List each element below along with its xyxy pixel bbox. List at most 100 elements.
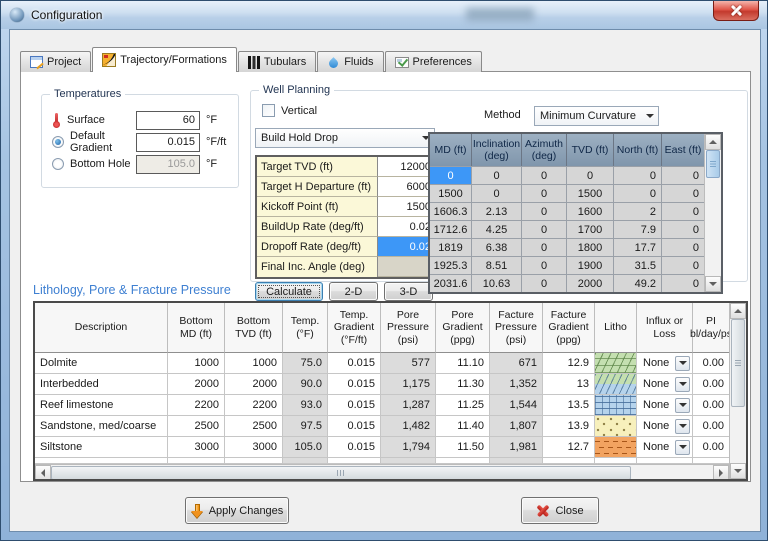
param-value-target-tvd[interactable]: 12000 — [378, 157, 435, 177]
litho-cell-pi[interactable]: 0.00 — [693, 395, 729, 416]
scroll-down-button[interactable] — [730, 463, 746, 479]
trajectory-cell[interactable]: 0 — [522, 238, 567, 256]
litho-cell-pore-gradient[interactable]: 11.10 — [436, 353, 490, 374]
profile-dropdown[interactable]: Build Hold Drop — [255, 128, 435, 148]
trajectory-cell[interactable]: 1900 — [567, 256, 614, 274]
trajectory-cell[interactable]: 2.13 — [472, 202, 522, 220]
scrollbar-thumb[interactable] — [731, 319, 745, 407]
scroll-up-button[interactable] — [705, 134, 721, 150]
litho-cell-temp-gradient[interactable]: 0.015 — [328, 395, 381, 416]
litho-cell-description[interactable]: Interbedded — [35, 374, 168, 395]
trajectory-cell[interactable]: 0 — [662, 166, 704, 184]
trajectory-cell[interactable]: 0 — [522, 220, 567, 238]
litho-cell-bottom-md[interactable]: 2200 — [168, 395, 225, 416]
litho-cell-pattern[interactable] — [595, 416, 637, 437]
litho-cell-pore-gradient[interactable]: 11.30 — [436, 374, 490, 395]
scroll-left-button[interactable] — [35, 465, 51, 479]
default-gradient-radio[interactable] — [52, 136, 64, 148]
view-3d-button[interactable]: 3-D — [384, 282, 433, 301]
litho-cell-facture-gradient[interactable]: 12.9 — [543, 353, 595, 374]
litho-cell-temp-gradient[interactable]: 0.015 — [328, 353, 381, 374]
scrollbar-thumb[interactable] — [51, 466, 631, 479]
tab-trajectory-formations[interactable]: Trajectory/Formations — [92, 47, 237, 72]
litho-cell-facture-gradient[interactable]: 13 — [543, 374, 595, 395]
litho-cell-pore-gradient[interactable]: 11.40 — [436, 416, 490, 437]
litho-cell-bottom-md[interactable]: 1000 — [168, 353, 225, 374]
apply-changes-button[interactable]: Apply Changes — [185, 497, 289, 524]
trajectory-cell[interactable]: 0 — [430, 166, 472, 184]
tab-tubulars[interactable]: Tubulars — [238, 51, 316, 72]
param-value-kickoff[interactable]: 1500 — [378, 197, 435, 217]
trajectory-cell[interactable]: 8.51 — [472, 256, 522, 274]
trajectory-cell[interactable]: 2031.6 — [430, 274, 472, 292]
trajectory-cell[interactable]: 1800 — [567, 238, 614, 256]
litho-cell-pattern[interactable] — [595, 374, 637, 395]
trajectory-cell[interactable]: 0 — [662, 256, 704, 274]
litho-cell-pi[interactable]: 0.00 — [693, 353, 729, 374]
scrollbar-thumb[interactable] — [706, 150, 720, 178]
param-value-dropoff[interactable]: 0.02 — [378, 237, 435, 257]
trajectory-cell[interactable]: 17.7 — [614, 238, 662, 256]
litho-cell-temp-gradient[interactable]: 0.015 — [328, 416, 381, 437]
default-gradient-input[interactable]: 0.015 — [136, 133, 200, 152]
trajectory-cell[interactable]: 0 — [522, 184, 567, 202]
litho-cell-bottom-md[interactable]: 2000 — [168, 374, 225, 395]
litho-cell-bottom-tvd[interactable]: 1000 — [225, 353, 283, 374]
influx-dropdown-button[interactable] — [675, 419, 690, 434]
influx-dropdown[interactable]: None — [637, 437, 692, 457]
trajectory-cell[interactable]: 0 — [472, 166, 522, 184]
litho-cell-facture-gradient[interactable]: 13.5 — [543, 395, 595, 416]
litho-cell-pi[interactable]: 0.00 — [693, 374, 729, 395]
litho-cell-bottom-tvd[interactable]: 2500 — [225, 416, 283, 437]
method-dropdown[interactable]: Minimum Curvature — [534, 106, 659, 126]
trajectory-cell[interactable]: 1600 — [567, 202, 614, 220]
tab-fluids[interactable]: Fluids — [317, 51, 383, 72]
trajectory-cell[interactable]: 1700 — [567, 220, 614, 238]
scroll-down-button[interactable] — [705, 276, 721, 292]
trajectory-cell[interactable]: 0 — [662, 202, 704, 220]
tab-preferences[interactable]: Preferences — [385, 51, 482, 72]
influx-dropdown-button[interactable] — [675, 398, 690, 413]
scrollbar-track[interactable] — [705, 178, 721, 276]
trajectory-cell[interactable]: 1819 — [430, 238, 472, 256]
lithology-vertical-scrollbar[interactable] — [729, 303, 746, 479]
trajectory-cell[interactable]: 1925.3 — [430, 256, 472, 274]
litho-cell-pore-gradient[interactable]: 11.50 — [436, 437, 490, 458]
trajectory-cell[interactable]: 0 — [522, 166, 567, 184]
trajectory-cell[interactable]: 0 — [662, 220, 704, 238]
title-bar[interactable]: Configuration — [1, 1, 767, 29]
scroll-right-button[interactable] — [713, 465, 729, 479]
trajectory-cell[interactable]: 2 — [614, 202, 662, 220]
litho-cell-temp-gradient[interactable]: 0.015 — [328, 374, 381, 395]
close-button[interactable]: Close — [521, 497, 599, 524]
litho-cell-bottom-tvd[interactable]: 2200 — [225, 395, 283, 416]
influx-dropdown-button[interactable] — [675, 377, 690, 392]
trajectory-cell[interactable]: 6.38 — [472, 238, 522, 256]
trajectory-cell[interactable]: 0 — [662, 184, 704, 202]
litho-cell-description[interactable]: Siltstone — [35, 437, 168, 458]
litho-cell-description[interactable]: Reef limestone — [35, 395, 168, 416]
litho-cell-description[interactable]: Sandstone, med/coarse — [35, 416, 168, 437]
trajectory-cell[interactable]: 31.5 — [614, 256, 662, 274]
view-2d-button[interactable]: 2-D — [329, 282, 378, 301]
trajectory-cell[interactable]: 1500 — [567, 184, 614, 202]
tab-project[interactable]: Project — [20, 51, 91, 72]
trajectory-cell[interactable]: 0 — [662, 274, 704, 292]
litho-cell-facture-gradient[interactable]: 13.9 — [543, 416, 595, 437]
trajectory-cell[interactable]: 0 — [567, 166, 614, 184]
influx-dropdown[interactable]: None — [637, 353, 692, 373]
litho-cell-facture-gradient[interactable]: 12.7 — [543, 437, 595, 458]
trajectory-cell[interactable]: 0 — [472, 184, 522, 202]
trajectory-cell[interactable]: 0 — [614, 184, 662, 202]
trajectory-cell[interactable]: 1500 — [430, 184, 472, 202]
scrollbar-track[interactable] — [730, 407, 746, 463]
param-value-target-departure[interactable]: 6000 — [378, 177, 435, 197]
trajectory-cell[interactable]: 4.25 — [472, 220, 522, 238]
litho-cell-temp-gradient[interactable]: 0.015 — [328, 437, 381, 458]
trajectory-cell[interactable]: 7.9 — [614, 220, 662, 238]
trajectory-cell[interactable]: 1606.3 — [430, 202, 472, 220]
trajectory-vertical-scrollbar[interactable] — [704, 134, 721, 292]
litho-cell-pi[interactable]: 0.00 — [693, 437, 729, 458]
trajectory-cell[interactable]: 2000 — [567, 274, 614, 292]
litho-cell-bottom-md[interactable]: 3000 — [168, 437, 225, 458]
